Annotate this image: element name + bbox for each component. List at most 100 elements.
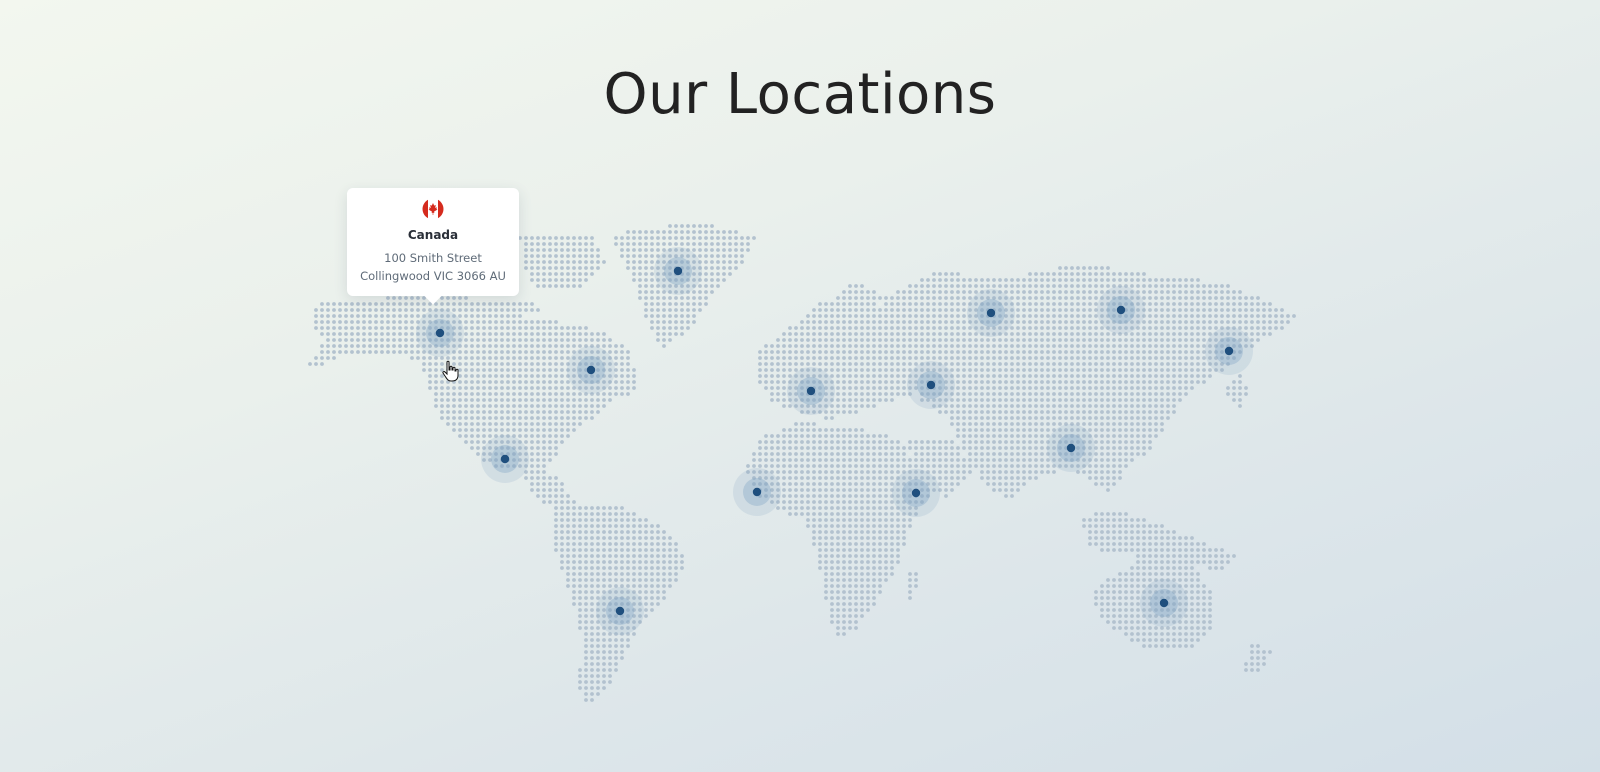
map-dot (524, 404, 528, 408)
map-dot (626, 230, 630, 234)
map-dot (956, 416, 960, 420)
map-dot (602, 560, 606, 564)
map-dot (1028, 470, 1032, 474)
map-dot (716, 242, 720, 246)
location-pin[interactable] (416, 309, 464, 357)
map-dot (896, 386, 900, 390)
location-pin[interactable] (567, 346, 615, 394)
map-dot (824, 554, 828, 558)
map-dot (1004, 380, 1008, 384)
location-pin[interactable] (787, 367, 835, 415)
map-dot (866, 542, 870, 546)
map-dot (1166, 368, 1170, 372)
map-dot (872, 338, 876, 342)
map-dot (1094, 398, 1098, 402)
map-dot (1088, 308, 1092, 312)
map-dot (848, 590, 852, 594)
map-dot (1166, 284, 1170, 288)
map-dot (1016, 356, 1020, 360)
map-dot (644, 548, 648, 552)
map-dot (794, 452, 798, 456)
map-dot (1028, 452, 1032, 456)
map-dot (476, 302, 480, 306)
map-dot (668, 548, 672, 552)
map-dot (578, 686, 582, 690)
map-dot (794, 332, 798, 336)
map-dot (662, 536, 666, 540)
map-dot (968, 332, 972, 336)
map-dot (1196, 602, 1200, 606)
map-dot (464, 356, 468, 360)
map-dot (1142, 422, 1146, 426)
map-dot (464, 374, 468, 378)
location-pin[interactable] (1205, 327, 1253, 375)
map-dot (1124, 362, 1128, 366)
map-dot (986, 374, 990, 378)
map-dot (788, 446, 792, 450)
map-dot (1052, 416, 1056, 420)
map-dot (350, 326, 354, 330)
map-dot (470, 422, 474, 426)
map-dot (1172, 314, 1176, 318)
map-dot (344, 326, 348, 330)
location-pin[interactable] (967, 289, 1015, 337)
map-dot (326, 344, 330, 348)
location-pin[interactable] (654, 247, 702, 295)
location-pin[interactable] (596, 587, 644, 635)
map-dot (1040, 452, 1044, 456)
map-dot (518, 428, 522, 432)
map-dot (1028, 428, 1032, 432)
map-dot (980, 392, 984, 396)
map-dot (332, 350, 336, 354)
map-dot (992, 410, 996, 414)
map-dot (368, 350, 372, 354)
location-pin[interactable] (1047, 424, 1095, 472)
map-dot (830, 560, 834, 564)
map-dot (872, 506, 876, 510)
map-dot (836, 458, 840, 462)
map-dot (650, 542, 654, 546)
map-dot (860, 296, 864, 300)
map-dot (836, 452, 840, 456)
map-dot (560, 440, 564, 444)
map-dot (1160, 368, 1164, 372)
map-dot (944, 290, 948, 294)
map-dot (866, 500, 870, 504)
location-pin[interactable] (733, 468, 781, 516)
map-dot (1118, 476, 1122, 480)
map-dot (1148, 548, 1152, 552)
map-dot (614, 350, 618, 354)
map-dot (944, 464, 948, 468)
map-dot (1256, 320, 1260, 324)
map-dot (830, 488, 834, 492)
map-dot (1034, 272, 1038, 276)
location-pin[interactable] (907, 361, 955, 409)
map-dot (854, 482, 858, 486)
map-dot (620, 380, 624, 384)
map-dot (608, 674, 612, 678)
map-dot (872, 476, 876, 480)
map-dot (1028, 416, 1032, 420)
location-pin[interactable] (1097, 286, 1145, 334)
map-dot (818, 506, 822, 510)
map-dot (908, 596, 912, 600)
map-dot (992, 368, 996, 372)
map-dot (860, 368, 864, 372)
map-dot (926, 458, 930, 462)
map-dot (1184, 326, 1188, 330)
map-dot (1040, 380, 1044, 384)
map-dot (542, 374, 546, 378)
map-dot (668, 308, 672, 312)
location-pin[interactable] (1140, 579, 1188, 627)
map-dot (1214, 566, 1218, 570)
map-dot (1046, 350, 1050, 354)
map-dot (626, 260, 630, 264)
map-dot (560, 512, 564, 516)
map-dot (1088, 398, 1092, 402)
map-dot (764, 446, 768, 450)
map-dot (794, 422, 798, 426)
map-dot (470, 428, 474, 432)
location-pin[interactable] (892, 469, 940, 517)
map-dot (548, 452, 552, 456)
location-pin[interactable] (481, 435, 529, 483)
